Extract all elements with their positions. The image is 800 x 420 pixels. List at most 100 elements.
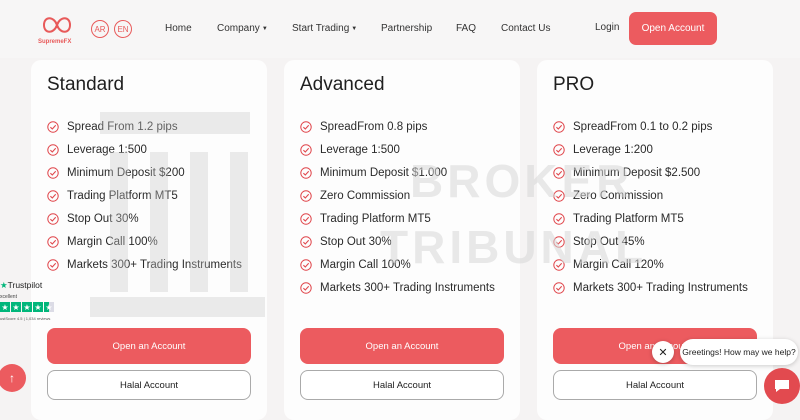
nav-faq[interactable]: FAQ (456, 23, 476, 34)
chat-close-button[interactable]: ✕ (652, 341, 674, 363)
feature-text: Margin Call 120% (573, 258, 664, 271)
feature-item: Stop Out 30% (47, 207, 242, 230)
close-icon: ✕ (658, 346, 668, 359)
feature-text: Margin Call 100% (320, 258, 411, 271)
nav-faq-label: FAQ (456, 23, 477, 34)
feature-item: Minimum Deposit $1.000 (300, 161, 495, 184)
feature-item: Margin Call 120% (553, 253, 748, 276)
feature-text: Stop Out 30% (67, 212, 139, 225)
login-link[interactable]: Login (595, 22, 619, 33)
plan-title: PRO (553, 74, 595, 95)
plan-title: Advanced (300, 74, 385, 95)
check-circle-icon (300, 143, 312, 156)
trustpilot-rating-word: xcellent (0, 294, 17, 300)
feature-text: Markets 300+ Trading Instruments (320, 281, 495, 294)
nav-partnership-label: Partnership (381, 23, 433, 34)
feature-item: Leverage 1:500 (300, 138, 495, 161)
feature-text: Leverage 1:500 (320, 143, 400, 156)
feature-text: Stop Out 30% (320, 235, 392, 248)
check-circle-icon (300, 189, 312, 202)
trustpilot-stars: ★ ★ ★ ★ ★ (0, 302, 54, 312)
lang-ar-button[interactable]: AR (91, 20, 109, 38)
check-circle-icon (553, 212, 565, 225)
check-circle-icon (553, 120, 565, 133)
check-circle-icon (553, 281, 565, 294)
feature-text: Stop Out 45% (573, 235, 645, 248)
halal-account-button[interactable]: Halal Account (300, 370, 504, 400)
feature-text: Leverage 1:500 (67, 143, 147, 156)
feature-text: Minimum Deposit $200 (67, 166, 185, 179)
feature-text: Trading Platform MT5 (320, 212, 431, 225)
check-circle-icon (553, 258, 565, 271)
halal-account-button[interactable]: Halal Account (47, 370, 251, 400)
nav-company[interactable]: Company ▼ (217, 23, 268, 34)
feature-list: SpreadFrom 0.8 pips Leverage 1:500 Minim… (300, 115, 495, 299)
nav-home[interactable]: Home (165, 23, 192, 34)
feature-item: Stop Out 30% (300, 230, 495, 253)
logo-text: SupremeFX (38, 39, 72, 45)
trustpilot-star-icon: ★ (0, 280, 8, 290)
plan-card-advanced: Advanced SpreadFrom 0.8 pips Leverage 1:… (284, 60, 520, 420)
nav-home-label: Home (165, 23, 192, 34)
check-circle-icon (300, 120, 312, 133)
feature-text: Minimum Deposit $1.000 (320, 166, 448, 179)
check-circle-icon (300, 281, 312, 294)
nav-contact-us-label: Contact Us (501, 23, 551, 34)
check-circle-icon (47, 120, 59, 133)
open-an-account-button[interactable]: Open an Account (300, 328, 504, 364)
chat-greeting-bubble[interactable]: Greetings! How may we help? (680, 339, 798, 365)
nav-partnership[interactable]: Partnership (381, 23, 432, 34)
feature-text: Zero Commission (320, 189, 411, 202)
open-an-account-button[interactable]: Open an Account (47, 328, 251, 364)
feature-item: Markets 300+ Trading Instruments (553, 276, 748, 299)
logo[interactable]: SupremeFX (38, 13, 78, 49)
half-star-icon: ★ (44, 302, 54, 312)
chat-launcher-button[interactable] (764, 368, 800, 404)
check-circle-icon (553, 189, 565, 202)
caret-down-icon: ▼ (351, 26, 358, 32)
nav-contact-us[interactable]: Contact Us (501, 23, 550, 34)
check-circle-icon (47, 212, 59, 225)
scroll-to-top-button[interactable]: ↑ (0, 364, 26, 392)
check-circle-icon (553, 143, 565, 156)
nav-start-trading[interactable]: Start Trading ▼ (292, 23, 357, 34)
check-circle-icon (47, 189, 59, 202)
arrow-up-icon: ↑ (9, 371, 15, 385)
feature-text: SpreadFrom 0.8 pips (320, 120, 428, 133)
feature-item: Trading Platform MT5 (47, 184, 242, 207)
nav-company-label: Company (217, 23, 260, 34)
feature-item: Leverage 1:200 (553, 138, 748, 161)
feature-item: Trading Platform MT5 (300, 207, 495, 230)
open-account-button[interactable]: Open Account (629, 12, 717, 45)
plan-title: Standard (47, 74, 125, 95)
trustpilot-logo: ★Trustpilot (0, 280, 42, 291)
feature-text: Markets 300+ Trading Instruments (67, 258, 242, 271)
nav-start-trading-label: Start Trading (292, 23, 350, 34)
feature-item: SpreadFrom 0.8 pips (300, 115, 495, 138)
feature-item: Spread From 1.2 pips (47, 115, 242, 138)
trustpilot-widget[interactable]: ★Trustpilot xcellent ★ ★ ★ ★ ★ ustScore … (0, 280, 62, 330)
trustpilot-score: ustScore 4.5 | 1,034 reviews (0, 316, 51, 321)
feature-text: Minimum Deposit $2.500 (573, 166, 701, 179)
feature-text: Trading Platform MT5 (573, 212, 684, 225)
feature-item: Leverage 1:500 (47, 138, 242, 161)
star-icon: ★ (33, 302, 43, 312)
check-circle-icon (47, 258, 59, 271)
feature-item: Zero Commission (300, 184, 495, 207)
feature-item: Margin Call 100% (300, 253, 495, 276)
check-circle-icon (47, 143, 59, 156)
feature-list: Spread From 1.2 pips Leverage 1:500 Mini… (47, 115, 242, 276)
feature-text: Zero Commission (573, 189, 664, 202)
infinity-logo-icon (42, 17, 72, 33)
feature-item: Markets 300+ Trading Instruments (47, 253, 242, 276)
check-circle-icon (47, 166, 59, 179)
feature-item: Minimum Deposit $200 (47, 161, 242, 184)
plan-card-pro: PRO SpreadFrom 0.1 to 0.2 pips Leverage … (537, 60, 773, 420)
lang-en-button[interactable]: EN (114, 20, 132, 38)
feature-text: Leverage 1:200 (573, 143, 653, 156)
trustpilot-brand: Trustpilot (7, 280, 43, 290)
feature-item: Margin Call 100% (47, 230, 242, 253)
check-circle-icon (553, 166, 565, 179)
halal-account-button[interactable]: Halal Account (553, 370, 757, 400)
check-circle-icon (300, 235, 312, 248)
